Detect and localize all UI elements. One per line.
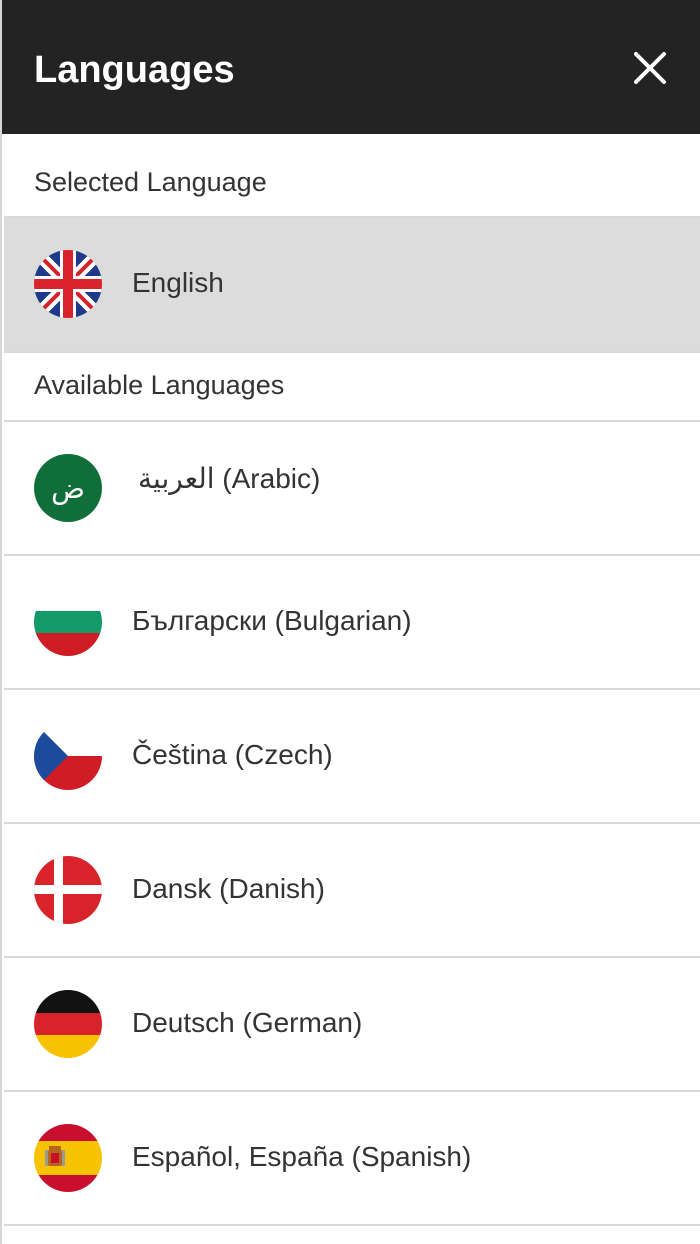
language-item-bulgarian[interactable]: Български (Bulgarian) <box>4 556 700 688</box>
arabic-glyph: ض <box>51 472 85 505</box>
language-item-english[interactable]: English <box>4 218 700 351</box>
language-label: Deutsch (German) <box>132 1007 363 1038</box>
bulgaria-flag-icon <box>34 588 102 656</box>
language-item-german[interactable]: Deutsch (German) <box>4 958 700 1090</box>
language-item-danish[interactable]: Dansk (Danish) <box>4 824 700 956</box>
spain-flag-icon <box>34 1124 102 1192</box>
language-label: Български (Bulgarian) <box>132 605 412 636</box>
language-item-arabic[interactable]: ض العربية (Arabic) <box>4 422 700 554</box>
language-label: Español, España (Spanish) <box>132 1141 472 1172</box>
arabic-flag-icon: ض <box>34 454 102 522</box>
close-button[interactable] <box>626 44 674 92</box>
panel-header: Languages <box>2 0 700 134</box>
language-label: العربية (Arabic) <box>138 463 321 494</box>
germany-flag-icon <box>34 990 102 1058</box>
language-label: Dansk (Danish) <box>132 873 325 904</box>
language-label: Čeština (Czech) <box>132 739 333 770</box>
czech-flag-icon <box>34 722 102 790</box>
divider <box>4 351 700 353</box>
close-icon <box>634 52 666 84</box>
selected-language-heading: Selected Language <box>34 167 267 197</box>
denmark-flag-icon <box>34 856 102 924</box>
divider <box>4 1224 700 1226</box>
language-item-czech[interactable]: Čeština (Czech) <box>4 690 700 822</box>
language-label: English <box>132 267 224 298</box>
panel-title: Languages <box>34 49 235 91</box>
uk-flag-icon <box>34 250 102 318</box>
languages-panel: Languages Selected Language English Avai… <box>0 0 700 1244</box>
available-languages-heading: Available Languages <box>34 370 285 400</box>
language-item-spanish[interactable]: Español, España (Spanish) <box>4 1092 700 1224</box>
